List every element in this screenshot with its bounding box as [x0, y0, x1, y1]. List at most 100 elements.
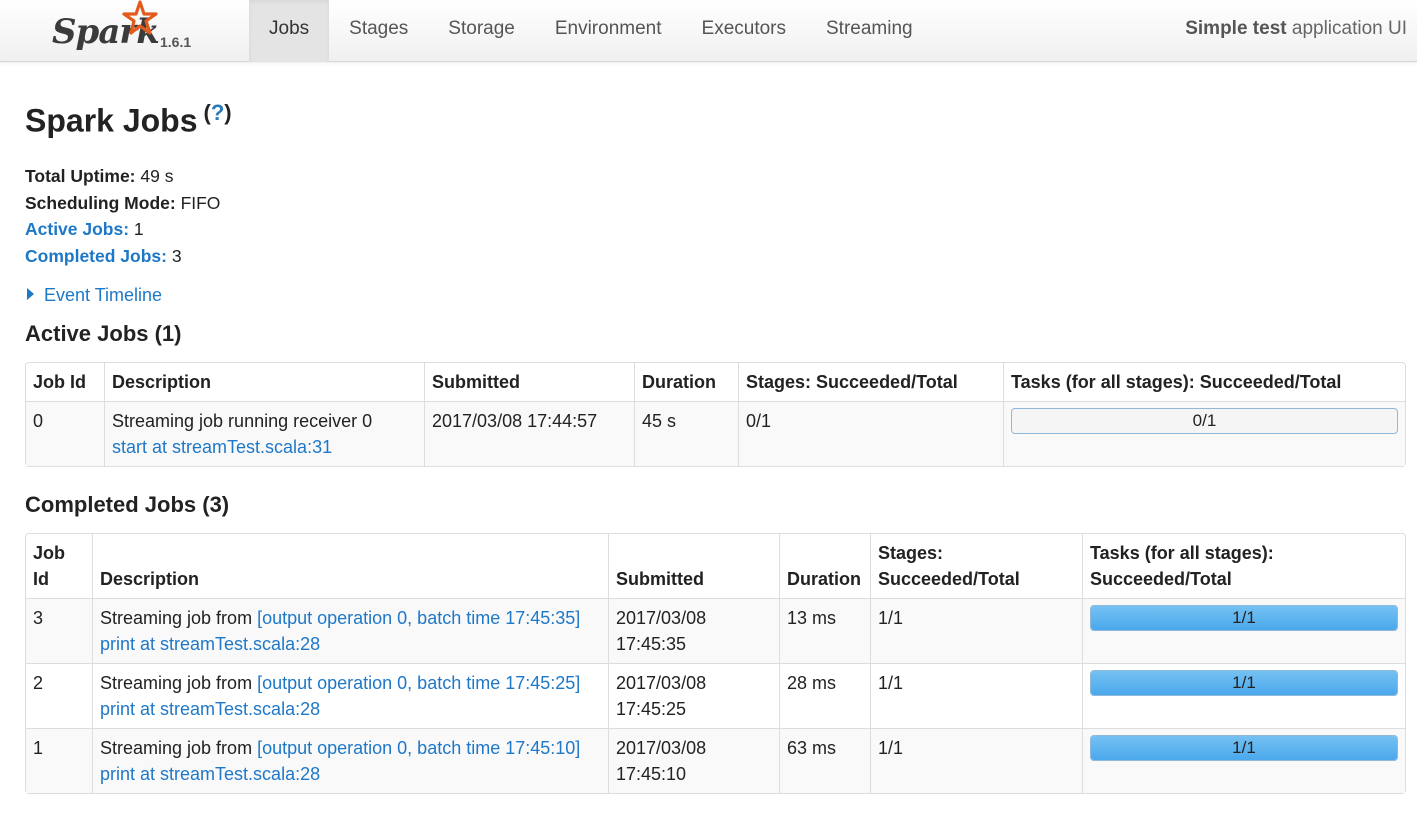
job-duration: 13 ms [779, 598, 870, 663]
tasks-progress-bar: 1/1 [1090, 735, 1398, 761]
job-description-link[interactable]: print at streamTest.scala:28 [100, 699, 320, 719]
job-submitted-date: 2017/03/08 [616, 608, 707, 628]
job-tasks: 0/1 [1003, 401, 1405, 466]
tab-storage[interactable]: Storage [428, 0, 535, 62]
col-header-stages-line1: Stages: [878, 543, 944, 563]
job-submitted: 2017/03/08 17:44:57 [424, 401, 634, 466]
job-submitted-date: 2017/03/08 [616, 738, 707, 758]
col-header-job-id[interactable]: Job Id [26, 363, 104, 401]
col-header-submitted[interactable]: Submitted [424, 363, 634, 401]
job-id: 2 [26, 663, 92, 728]
tab-stages[interactable]: Stages [329, 0, 428, 62]
col-header-job-id-line1: Job [33, 543, 66, 563]
summary-active-jobs: Active Jobs: 1 [25, 217, 220, 244]
app-name-rest: application UI [1286, 18, 1407, 39]
top-navbar: Spark 1.6.1 Jobs Stages Storage Environm… [0, 0, 1417, 62]
job-description-line: Streaming job from [output operation 0, … [100, 670, 601, 696]
col-header-stages[interactable]: Stages: Succeeded/Total [870, 534, 1082, 598]
job-id: 0 [26, 401, 104, 466]
job-description: Streaming job from [output operation 0, … [92, 663, 608, 728]
job-description: Streaming job running receiver 0 start a… [104, 401, 424, 466]
uptime-label: Total Uptime: [25, 166, 136, 186]
job-id: 1 [26, 728, 92, 793]
event-timeline-toggle[interactable]: Event Timeline [27, 285, 162, 306]
col-header-submitted[interactable]: Submitted [608, 534, 779, 598]
col-header-duration[interactable]: Duration [634, 363, 738, 401]
progress-text: 1/1 [1232, 738, 1256, 757]
table-row: 3 Streaming job from [output operation 0… [26, 598, 1405, 663]
help-tooltip[interactable]: (?) [204, 100, 232, 125]
tasks-progress-bar: 1/1 [1090, 670, 1398, 696]
job-description-line: Streaming job from [output operation 0, … [100, 735, 601, 761]
job-description-prefix: Streaming job from [100, 738, 258, 758]
completed-jobs-count: 3 [166, 245, 182, 266]
progress-text: 1/1 [1232, 673, 1256, 692]
job-submitted: 2017/03/08 17:45:25 [608, 663, 779, 728]
completed-jobs-heading: Completed Jobs (3) [25, 492, 230, 517]
tab-streaming[interactable]: Streaming [806, 0, 933, 62]
active-jobs-heading: Active Jobs (1) [25, 321, 182, 346]
table-row: 2 Streaming job from [output operation 0… [26, 663, 1405, 728]
job-description: Streaming job from [output operation 0, … [92, 728, 608, 793]
col-header-description[interactable]: Description [92, 534, 608, 598]
col-header-description[interactable]: Description [104, 363, 424, 401]
table-row: 0 Streaming job running receiver 0 start… [26, 401, 1405, 466]
help-open-paren: ( [203, 100, 211, 125]
help-close-paren: ) [224, 100, 232, 125]
job-description-prefix: Streaming job from [100, 608, 258, 628]
completed-jobs-table: Job Id Description Submitted Duration Sta… [25, 533, 1406, 794]
job-submitted-date: 2017/03/08 [616, 673, 707, 693]
job-summary-list: Total Uptime: 49 s Scheduling Mode: FIFO… [25, 164, 220, 270]
job-description-text: Streaming job running receiver 0 [112, 411, 373, 431]
job-stages: 1/1 [870, 663, 1082, 728]
table-row: 1 Streaming job from [output operation 0… [26, 728, 1405, 793]
active-jobs-count: 1 [129, 219, 144, 239]
spark-version: 1.6.1 [160, 34, 192, 50]
summary-completed-jobs: Completed Jobs: 3 [25, 244, 220, 271]
job-duration: 28 ms [779, 663, 870, 728]
progress-text: 1/1 [1232, 608, 1256, 627]
job-description-link[interactable]: print at streamTest.scala:28 [100, 764, 320, 784]
job-submitted-time: 17:45:25 [616, 699, 687, 719]
job-submitted-time: 17:45:10 [616, 764, 687, 784]
job-description-link[interactable]: start at streamTest.scala:31 [112, 437, 332, 457]
spark-logo[interactable]: Spark 1.6.1 [50, 0, 220, 62]
tab-executors[interactable]: Executors [682, 0, 806, 62]
active-jobs-label: Active Jobs: [25, 219, 130, 239]
batch-link[interactable]: [output operation 0, batch time 17:45:10… [257, 738, 580, 758]
job-submitted-time: 17:45:35 [616, 634, 687, 654]
col-header-tasks[interactable]: Tasks (for all stages): Succeeded/Total [1003, 363, 1405, 401]
nav-tabs: Jobs Stages Storage Environment Executor… [249, 0, 933, 62]
col-header-job-id[interactable]: Job Id [26, 534, 92, 598]
app-name: Simple test application UI [1185, 0, 1407, 58]
batch-link[interactable]: [output operation 0, batch time 17:45:35… [257, 608, 580, 628]
table-header-row: Job Id Description Submitted Duration St… [26, 363, 1405, 401]
job-description-line: Streaming job from [output operation 0, … [100, 605, 601, 631]
job-duration: 45 s [634, 401, 738, 466]
table-header-row: Job Id Description Submitted Duration Sta… [26, 534, 1405, 598]
tab-environment[interactable]: Environment [535, 0, 682, 62]
col-header-tasks[interactable]: Tasks (for all stages): Succeeded/Total [1082, 534, 1405, 598]
job-tasks: 1/1 [1082, 663, 1405, 728]
page-title: Spark Jobs (?) [25, 100, 232, 140]
tab-jobs[interactable]: Jobs [249, 0, 330, 62]
job-stages: 1/1 [870, 728, 1082, 793]
job-stages: 0/1 [738, 401, 1003, 466]
col-header-stages[interactable]: Stages: Succeeded/Total [738, 363, 1003, 401]
caret-right-icon [27, 288, 34, 300]
completed-jobs-link[interactable]: Completed Jobs: [25, 246, 167, 266]
page-title-text: Spark Jobs [25, 102, 198, 139]
col-header-job-id-line2: Id [33, 569, 49, 589]
app-name-bold: Simple test [1185, 18, 1287, 39]
col-header-duration[interactable]: Duration [779, 534, 870, 598]
active-jobs-link[interactable]: Active Jobs: [25, 219, 129, 239]
help-question-icon[interactable]: ? [211, 100, 224, 125]
spark-star-icon [122, 0, 158, 35]
job-description-link[interactable]: print at streamTest.scala:28 [100, 634, 320, 654]
event-timeline-label: Event Timeline [44, 285, 163, 305]
scheduling-mode-value: FIFO [175, 192, 221, 213]
batch-link[interactable]: [output operation 0, batch time 17:45:25… [257, 673, 580, 693]
job-tasks: 1/1 [1082, 598, 1405, 663]
scheduling-mode-label: Scheduling Mode: [25, 192, 176, 213]
col-header-tasks-line1: Tasks (for all stages): [1090, 543, 1274, 563]
